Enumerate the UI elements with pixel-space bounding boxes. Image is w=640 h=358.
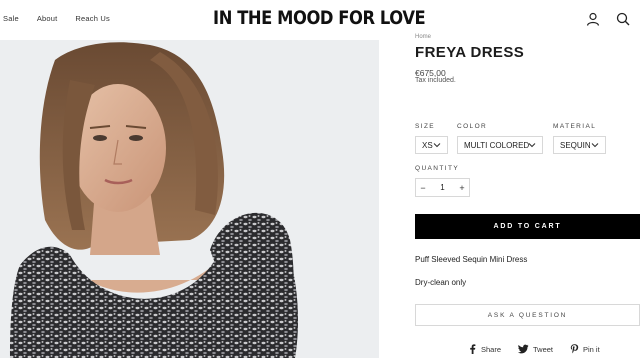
color-value: MULTI COLORED	[464, 140, 530, 150]
color-select[interactable]: MULTI COLORED	[457, 136, 543, 154]
material-label: MATERIAL	[553, 123, 597, 130]
nav-item-sale[interactable]: Sale	[3, 14, 19, 23]
account-icon[interactable]	[586, 12, 600, 26]
product-image[interactable]	[0, 40, 379, 358]
brand-logo[interactable]: IN THE MOOD FOR LOVE	[44, 7, 594, 29]
share-facebook-button[interactable]: Share	[468, 344, 501, 354]
product-description: Puff Sleeved Sequin Mini Dress	[415, 255, 528, 264]
pinterest-icon	[570, 344, 579, 354]
chevron-down-icon	[591, 143, 599, 148]
share-twitter-label: Tweet	[533, 344, 554, 354]
material-value: SEQUIN	[560, 140, 591, 150]
quantity-stepper: − 1 +	[415, 178, 470, 197]
site-header: Sale About Reach Us IN THE MOOD FOR LOVE	[0, 0, 640, 40]
ask-question-button[interactable]: ASK A QUESTION	[415, 304, 640, 326]
size-label: SIZE	[415, 123, 436, 130]
quantity-decrease-button[interactable]: −	[416, 183, 430, 193]
product-title: FREYA DRESS	[415, 44, 525, 61]
quantity-label: QUANTITY	[415, 165, 460, 172]
chevron-down-icon	[433, 143, 441, 148]
twitter-icon	[518, 344, 529, 354]
facebook-icon	[470, 344, 476, 354]
search-icon[interactable]	[616, 12, 630, 26]
quantity-increase-button[interactable]: +	[455, 183, 469, 193]
chevron-down-icon	[528, 143, 536, 148]
share-facebook-label: Share	[481, 344, 502, 354]
tax-note: Tax included.	[415, 77, 456, 84]
material-select[interactable]: SEQUIN	[553, 136, 606, 154]
share-twitter-button[interactable]: Tweet	[518, 344, 553, 354]
add-to-cart-button[interactable]: ADD TO CART	[415, 214, 640, 239]
color-label: COLOR	[457, 123, 488, 130]
breadcrumb[interactable]: Home	[415, 34, 431, 40]
care-instructions: Dry-clean only	[415, 278, 467, 287]
header-icons	[586, 12, 630, 26]
quantity-value[interactable]: 1	[440, 183, 444, 192]
size-select[interactable]: XS	[415, 136, 448, 154]
share-pinterest-button[interactable]: Pin it	[570, 344, 600, 354]
share-pinterest-label: Pin it	[583, 344, 600, 354]
